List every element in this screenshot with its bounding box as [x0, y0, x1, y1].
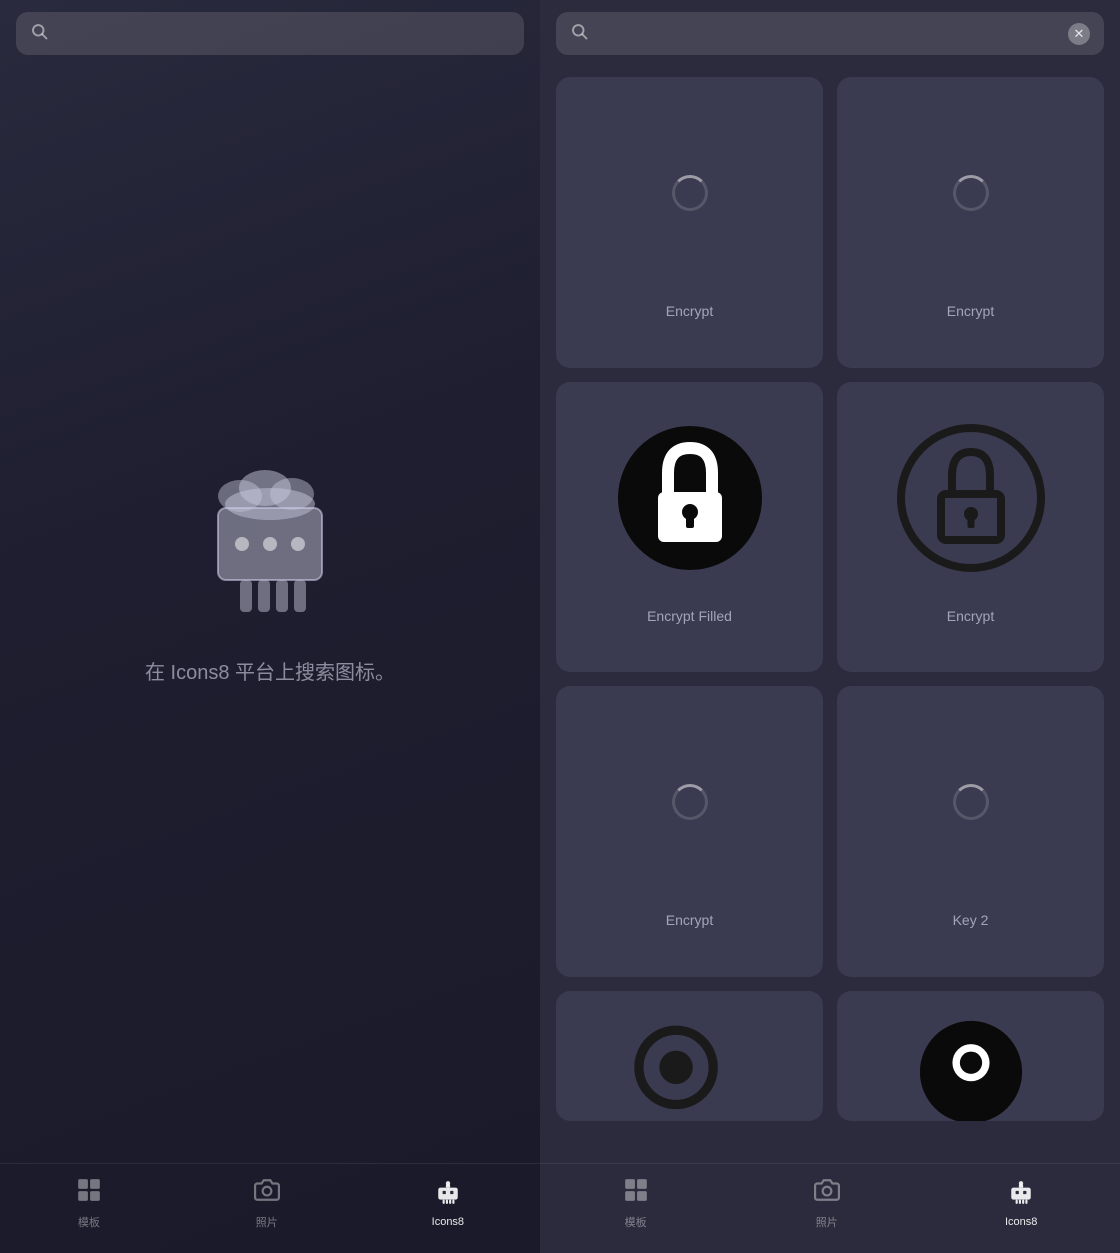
- left-tab-templates-label: 模板: [78, 1214, 100, 1230]
- left-bottom-tabs: 模板 照片: [0, 1163, 540, 1253]
- left-main-content: 在 Icons8 平台上搜索图标。: [0, 67, 540, 1163]
- right-tab-icons8-label: Icons8: [1005, 1216, 1037, 1228]
- right-tab-photos-label: 照片: [816, 1214, 838, 1230]
- left-tab-templates[interactable]: 模板: [76, 1177, 102, 1230]
- icon-label-encrypt-4: Encrypt: [666, 912, 713, 928]
- illustration-robot: [180, 466, 360, 626]
- icon-card-encrypt-filled[interactable]: Encrypt Filled: [556, 382, 823, 673]
- left-search-bar[interactable]: Icons8: [16, 12, 524, 55]
- loading-spinner-4: [953, 784, 989, 820]
- left-search-icon: [30, 22, 48, 45]
- loading-spinner-1: [672, 175, 708, 211]
- right-bottom-tabs: 模板 照片: [540, 1163, 1120, 1253]
- icon-preview-encrypt-outline: [871, 398, 1071, 598]
- icon-card-encrypt-1[interactable]: Encrypt: [556, 77, 823, 368]
- lock-outline-svg: [891, 418, 1051, 578]
- icon-card-encrypt-3[interactable]: Encrypt: [556, 686, 823, 977]
- icon-preview-key2: [871, 702, 1071, 902]
- camera-icon: [254, 1177, 280, 1210]
- left-tab-icons8-label: Icons8: [432, 1216, 464, 1228]
- lock-partial-svg: [901, 1007, 1041, 1121]
- right-camera-icon: [814, 1177, 840, 1210]
- left-tab-photos[interactable]: 照片: [254, 1177, 280, 1230]
- right-panel: key ✕ Encrypt Encrypt: [540, 0, 1120, 1253]
- key-partial-svg: [620, 1007, 760, 1121]
- right-tab-icons8[interactable]: Icons8: [1005, 1179, 1037, 1228]
- icon-preview-partial-key: [590, 1007, 790, 1121]
- icon-card-partial-lock[interactable]: [837, 991, 1104, 1121]
- icon-card-key2[interactable]: Key 2: [837, 686, 1104, 977]
- icon-preview-encrypt-filled: [590, 398, 790, 598]
- icon-preview-encrypt-1: [590, 93, 790, 293]
- right-search-input[interactable]: key: [598, 23, 1058, 44]
- icon-preview-encrypt-2: [871, 93, 1071, 293]
- icon-label-encrypt-2: Encrypt: [947, 303, 994, 319]
- right-tab-templates-label: 模板: [625, 1214, 647, 1230]
- loading-spinner-2: [953, 175, 989, 211]
- right-tab-photos[interactable]: 照片: [814, 1177, 840, 1230]
- left-tab-photos-label: 照片: [256, 1214, 278, 1230]
- left-search-input[interactable]: Icons8: [58, 23, 510, 44]
- right-search-icon: [570, 22, 588, 45]
- left-caption: 在 Icons8 平台上搜索图标。: [145, 656, 395, 685]
- icon-preview-partial-lock: [871, 1007, 1071, 1121]
- icon-card-encrypt-2[interactable]: Encrypt: [837, 77, 1104, 368]
- right-grid-icon: [623, 1177, 649, 1210]
- icon-label-key2: Key 2: [953, 912, 989, 928]
- icon-label-encrypt-1: Encrypt: [666, 303, 713, 319]
- icons-grid: Encrypt Encrypt Enc: [540, 67, 1120, 1163]
- icon-card-encrypt-outline[interactable]: Encrypt: [837, 382, 1104, 673]
- left-tab-icons8[interactable]: Icons8: [432, 1179, 464, 1228]
- icon-label-encrypt-filled: Encrypt Filled: [647, 608, 732, 624]
- icon-card-partial-key[interactable]: [556, 991, 823, 1121]
- right-icons8-icon: [1008, 1179, 1034, 1212]
- icons8-robot-icon: [435, 1179, 461, 1212]
- right-search-bar[interactable]: key ✕: [556, 12, 1104, 55]
- loading-spinner-3: [672, 784, 708, 820]
- lock-filled-svg: [610, 418, 770, 578]
- icon-preview-encrypt-3: [590, 702, 790, 902]
- icon-label-encrypt-3: Encrypt: [947, 608, 994, 624]
- left-illustration: 在 Icons8 平台上搜索图标。: [145, 466, 395, 685]
- grid-icon: [76, 1177, 102, 1210]
- clear-search-button[interactable]: ✕: [1068, 23, 1090, 45]
- left-panel: Icons8 在 Icons: [0, 0, 540, 1253]
- right-tab-templates[interactable]: 模板: [623, 1177, 649, 1230]
